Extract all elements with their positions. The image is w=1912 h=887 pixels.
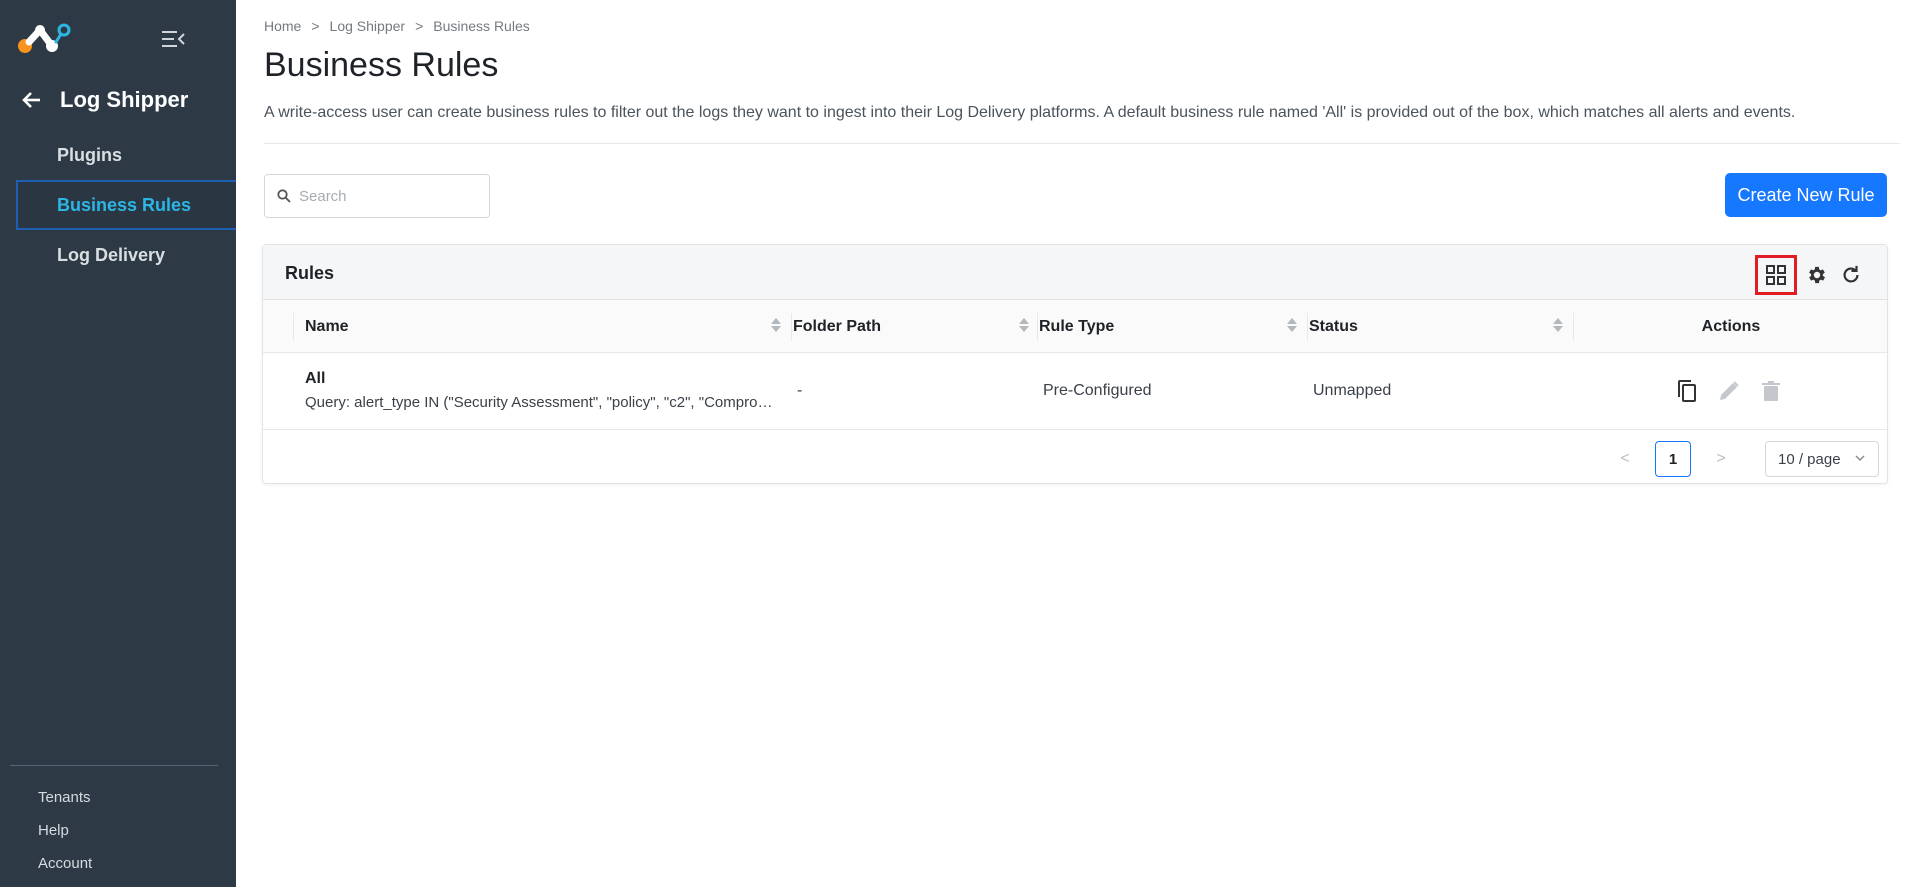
copy-icon[interactable] xyxy=(1673,377,1701,405)
page-title: Business Rules xyxy=(264,46,499,84)
sort-icon[interactable] xyxy=(771,318,781,332)
rule-status: Unmapped xyxy=(1313,382,1392,399)
sidebar: Log Shipper Plugins Business Rules Log D… xyxy=(0,0,236,887)
back-to-module[interactable]: Log Shipper xyxy=(20,84,188,116)
header-divider xyxy=(264,143,1900,144)
arrow-left-icon xyxy=(22,92,40,108)
collapse-menu-icon[interactable] xyxy=(160,28,186,50)
rule-type: Pre-Configured xyxy=(1043,382,1152,399)
column-divider xyxy=(293,313,294,341)
rule-query: Query: alert_type IN ("Security Assessme… xyxy=(305,394,775,411)
table-header: Name Folder Path Rule Type Status Action… xyxy=(263,300,1887,353)
rule-folder-path: - xyxy=(797,382,803,399)
grid-view-icon[interactable] xyxy=(1755,255,1797,295)
card-header: Rules xyxy=(263,245,1887,300)
column-header-actions: Actions xyxy=(1575,300,1887,353)
main-content: Home > Log Shipper > Business Rules Busi… xyxy=(236,0,1912,887)
rule-name[interactable]: All xyxy=(305,370,325,388)
search-box[interactable] xyxy=(264,174,490,218)
create-new-rule-button[interactable]: Create New Rule xyxy=(1725,173,1887,217)
column-header-label: Rule Type xyxy=(1039,317,1115,335)
sidebar-item-plugins[interactable]: Plugins xyxy=(0,130,236,180)
breadcrumb-separator: > xyxy=(415,18,424,34)
pagination-page-1[interactable]: 1 xyxy=(1655,441,1691,477)
column-header-label: Actions xyxy=(1701,317,1761,335)
breadcrumb-current: Business Rules xyxy=(433,18,530,34)
column-divider xyxy=(1307,313,1308,341)
row-actions xyxy=(1673,377,1785,405)
pagination: < 1 > 10 / page xyxy=(1609,441,1879,477)
chevron-down-icon xyxy=(1855,455,1865,461)
breadcrumb-separator: > xyxy=(311,18,320,34)
card-title: Rules xyxy=(285,263,335,283)
sidebar-bottom-nav: Tenants Help Account xyxy=(0,781,236,880)
column-divider xyxy=(791,313,792,341)
sidebar-item-log-delivery[interactable]: Log Delivery xyxy=(0,230,236,280)
sidebar-nav: Plugins Business Rules Log Delivery xyxy=(0,130,236,280)
pagination-prev[interactable]: < xyxy=(1609,443,1641,475)
breadcrumb-home[interactable]: Home xyxy=(264,18,301,34)
column-divider xyxy=(1573,313,1574,341)
sidebar-divider xyxy=(10,765,218,766)
search-icon xyxy=(277,189,291,203)
sidebar-item-tenants[interactable]: Tenants xyxy=(0,781,236,814)
sidebar-item-account[interactable]: Account xyxy=(0,847,236,880)
delete-icon[interactable] xyxy=(1757,377,1785,405)
column-header-label: Name xyxy=(305,317,349,335)
column-header-status[interactable]: Status xyxy=(1309,300,1573,353)
column-header-label: Status xyxy=(1309,317,1358,335)
rules-table-card: Rules Name Folder Path Rule Type Status … xyxy=(262,244,1888,484)
sort-icon[interactable] xyxy=(1287,318,1297,332)
sidebar-item-business-rules[interactable]: Business Rules xyxy=(16,180,236,230)
page-size-select[interactable]: 10 / page xyxy=(1765,441,1879,477)
column-header-label: Folder Path xyxy=(793,317,882,335)
refresh-icon[interactable] xyxy=(1837,261,1865,289)
pagination-next[interactable]: > xyxy=(1705,443,1737,475)
column-header-rule-type[interactable]: Rule Type xyxy=(1039,300,1307,353)
sidebar-item-help[interactable]: Help xyxy=(0,814,236,847)
breadcrumb-log-shipper[interactable]: Log Shipper xyxy=(330,18,406,34)
search-input[interactable] xyxy=(299,187,479,205)
page-description: A write-access user can create business … xyxy=(264,104,1796,121)
column-header-name[interactable]: Name xyxy=(305,300,791,353)
table-row[interactable]: All Query: alert_type IN ("Security Asse… xyxy=(263,353,1887,430)
edit-icon[interactable] xyxy=(1715,377,1743,405)
column-divider xyxy=(1037,313,1038,341)
sort-icon[interactable] xyxy=(1553,318,1563,332)
breadcrumb: Home > Log Shipper > Business Rules xyxy=(264,18,530,34)
app-logo[interactable] xyxy=(16,22,72,56)
gear-icon[interactable] xyxy=(1803,261,1831,289)
page-size-value: 10 / page xyxy=(1778,450,1841,468)
table-toolbar xyxy=(1755,255,1865,295)
column-header-folder-path[interactable]: Folder Path xyxy=(793,300,1039,353)
module-title-label: Log Shipper xyxy=(60,87,189,112)
sort-icon[interactable] xyxy=(1019,318,1029,332)
